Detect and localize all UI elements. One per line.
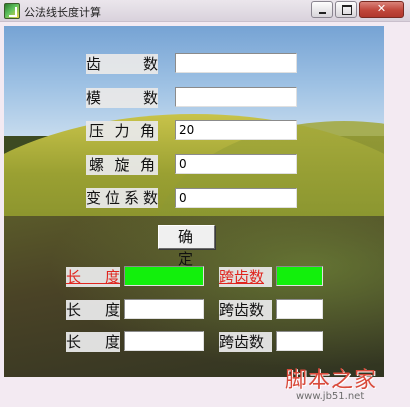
- minimize-button[interactable]: [311, 1, 333, 18]
- result-length-label: 长 度: [66, 300, 120, 320]
- close-button[interactable]: ✕: [359, 1, 404, 18]
- result-length-label: 长 度: [66, 332, 120, 352]
- pressure-angle-input[interactable]: 20: [175, 120, 297, 140]
- result-length-output: [124, 266, 204, 286]
- pressure-angle-label: 压力角: [86, 121, 158, 141]
- shift-coefficient-input[interactable]: 0: [175, 188, 297, 208]
- shift-coefficient-label: 变位系数: [86, 188, 158, 208]
- watermark-logo: 脚本之家: [285, 368, 378, 393]
- maximize-button[interactable]: [335, 1, 357, 18]
- result-span-label: 跨齿数: [219, 300, 272, 320]
- close-icon: ✕: [376, 2, 387, 15]
- window-title: 公法线长度计算: [24, 6, 101, 19]
- result-span-output: [276, 266, 323, 286]
- result-span-label: 跨齿数: [219, 267, 272, 287]
- title-bar[interactable]: 公法线长度计算 ✕: [0, 0, 410, 22]
- helix-angle-label: 螺旋角: [86, 155, 158, 175]
- teeth-input[interactable]: [175, 53, 297, 73]
- module-label: 模 数: [86, 88, 158, 108]
- app-icon: [4, 3, 20, 19]
- teeth-label: 齿 数: [86, 54, 158, 74]
- helix-angle-input[interactable]: 0: [175, 154, 297, 174]
- result-length-output: [124, 299, 204, 319]
- result-length-label: 长 度: [66, 267, 120, 287]
- watermark-url: www.jb51.net: [296, 391, 365, 402]
- result-span-label: 跨齿数: [219, 332, 272, 352]
- confirm-button[interactable]: 确定: [158, 225, 215, 268]
- result-span-output: [276, 331, 323, 351]
- module-input[interactable]: [175, 87, 297, 107]
- result-span-output: [276, 299, 323, 319]
- result-length-output: [124, 331, 204, 351]
